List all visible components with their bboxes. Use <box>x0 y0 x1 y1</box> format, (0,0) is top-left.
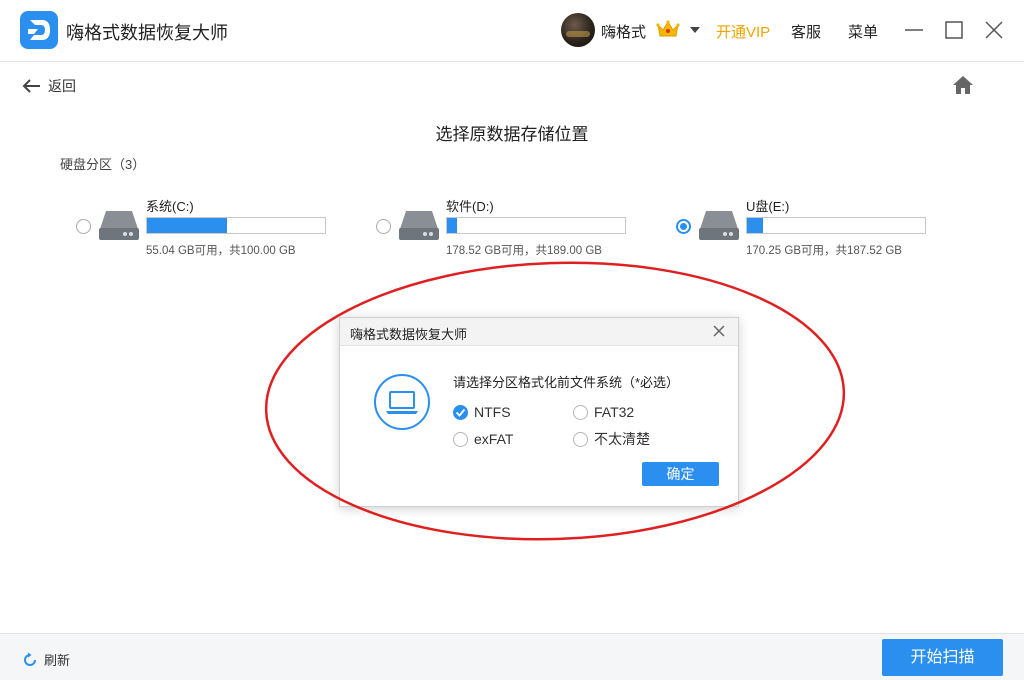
back-arrow-icon <box>22 79 40 93</box>
drive-name: 软件(D:) <box>446 199 494 214</box>
option-radio[interactable] <box>453 431 468 447</box>
username[interactable]: 嗨格式 <box>601 21 646 42</box>
drive-usage-text: 178.52 GB可用，共189.00 GB <box>446 245 602 257</box>
hard-drive-icon <box>99 211 139 240</box>
refresh-button[interactable]: 刷新 <box>22 650 70 669</box>
option-label: 不太清楚 <box>594 431 650 447</box>
refresh-icon <box>24 652 36 666</box>
drive-item-d[interactable]: 软件(D:) 178.52 GB可用，共189.00 GB <box>376 190 636 262</box>
customer-service-link[interactable]: 客服 <box>791 21 821 42</box>
drive-name: 系统(C:) <box>146 199 194 214</box>
dialog-header: 嗨格式数据恢复大师 <box>340 318 738 346</box>
chevron-down-icon[interactable] <box>690 27 700 33</box>
footer-bar: 刷新 开始扫描 <box>0 633 1024 680</box>
drive-radio[interactable] <box>76 219 91 234</box>
drive-usage-text: 170.25 GB可用，共187.52 GB <box>746 245 902 257</box>
app-window: 嗨格式数据恢复大师 嗨格式 开通VIP 客服 菜单 返回 选择原数据存储位置 硬… <box>0 0 1024 680</box>
option-unsure[interactable]: 不太清楚 <box>573 430 650 448</box>
hard-drive-icon <box>699 211 739 240</box>
confirm-button[interactable]: 确定 <box>642 462 719 486</box>
checkmark-icon[interactable] <box>453 404 468 420</box>
app-title: 嗨格式数据恢复大师 <box>66 23 228 43</box>
drive-usage-fill <box>747 218 764 233</box>
crown-icon <box>656 19 680 44</box>
drive-usage-fill <box>447 218 457 233</box>
close-icon[interactable] <box>982 18 1006 42</box>
home-icon[interactable] <box>951 74 975 96</box>
start-scan-button[interactable]: 开始扫描 <box>882 639 1003 676</box>
drive-name: U盘(E:) <box>746 199 790 214</box>
file-system-dialog: 嗨格式数据恢复大师 请选择分区格式化前文件系统（*必选） NTFS FAT32 … <box>339 317 739 507</box>
laptop-icon <box>374 374 430 430</box>
option-label: FAT32 <box>594 404 635 420</box>
partition-section-label: 硬盘分区（3） <box>60 157 146 172</box>
option-fat32[interactable]: FAT32 <box>573 403 634 421</box>
drive-item-c[interactable]: 系统(C:) 55.04 GB可用，共100.00 GB <box>76 190 336 262</box>
drive-radio[interactable] <box>376 219 391 234</box>
hard-drive-icon <box>399 211 439 240</box>
back-button[interactable]: 返回 <box>22 74 76 98</box>
drive-usage-bar <box>446 217 626 234</box>
option-label: NTFS <box>474 404 511 420</box>
menu-link[interactable]: 菜单 <box>848 21 878 42</box>
avatar[interactable] <box>561 13 595 47</box>
option-radio[interactable] <box>573 431 588 447</box>
title-bar: 嗨格式数据恢复大师 嗨格式 开通VIP 客服 菜单 <box>0 0 1024 62</box>
page-title: 选择原数据存储位置 <box>435 125 589 144</box>
dialog-prompt: 请选择分区格式化前文件系统（*必选） <box>453 375 680 390</box>
option-ntfs[interactable]: NTFS <box>453 403 511 421</box>
drive-usage-fill <box>147 218 228 233</box>
drive-usage-bar <box>746 217 926 234</box>
drive-radio[interactable] <box>676 219 691 234</box>
drive-usage-text: 55.04 GB可用，共100.00 GB <box>146 245 296 257</box>
close-icon[interactable] <box>712 324 726 338</box>
minimize-icon[interactable] <box>902 18 926 42</box>
dialog-title: 嗨格式数据恢复大师 <box>350 327 468 342</box>
option-radio[interactable] <box>573 404 588 420</box>
logo-icon <box>20 11 58 49</box>
open-vip-link[interactable]: 开通VIP <box>716 21 770 42</box>
maximize-icon[interactable] <box>942 18 966 42</box>
option-label: exFAT <box>474 431 514 447</box>
drive-item-e[interactable]: U盘(E:) 170.25 GB可用，共187.52 GB <box>676 190 936 262</box>
drive-usage-bar <box>146 217 326 234</box>
refresh-label: 刷新 <box>44 653 71 668</box>
back-label: 返回 <box>48 78 76 94</box>
option-exfat[interactable]: exFAT <box>453 430 513 448</box>
